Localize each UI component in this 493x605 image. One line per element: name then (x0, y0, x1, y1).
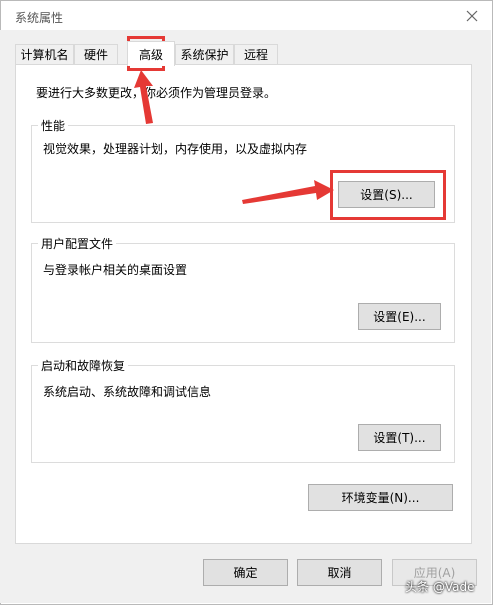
tab-computer-name[interactable]: 计算机名 (15, 44, 74, 64)
window-title: 系统属性 (15, 11, 64, 25)
environment-variables-button[interactable]: 环境变量(N)... (308, 484, 453, 511)
close-button[interactable] (452, 1, 492, 31)
tab-system-protection[interactable]: 系统保护 (175, 44, 234, 64)
performance-title: 性能 (38, 117, 69, 134)
ok-button[interactable]: 确定 (203, 559, 288, 586)
admin-notice: 要进行大多数更改，你必须作为管理员登录。 (36, 86, 277, 100)
user-profile-desc: 与登录帐户相关的桌面设置 (43, 263, 188, 277)
tab-advanced[interactable]: 高级 (127, 41, 175, 66)
startup-recovery-settings-button[interactable]: 设置(T)... (358, 424, 441, 451)
watermark: 头条 @Vade (405, 580, 475, 594)
tab-remote[interactable]: 远程 (234, 44, 278, 64)
performance-settings-button[interactable]: 设置(S)... (338, 181, 435, 208)
tab-hardware[interactable]: 硬件 (74, 44, 118, 64)
performance-desc: 视觉效果，处理器计划，内存使用，以及虚拟内存 (43, 142, 308, 156)
startup-recovery-title: 启动和故障恢复 (38, 357, 129, 374)
title-bar: 系统属性 (1, 1, 492, 31)
startup-recovery-desc: 系统启动、系统故障和调试信息 (43, 385, 212, 399)
user-profile-title: 用户配置文件 (38, 235, 117, 252)
user-profile-settings-button[interactable]: 设置(E)... (358, 303, 441, 330)
close-icon (466, 10, 478, 22)
cancel-button[interactable]: 取消 (297, 559, 382, 586)
